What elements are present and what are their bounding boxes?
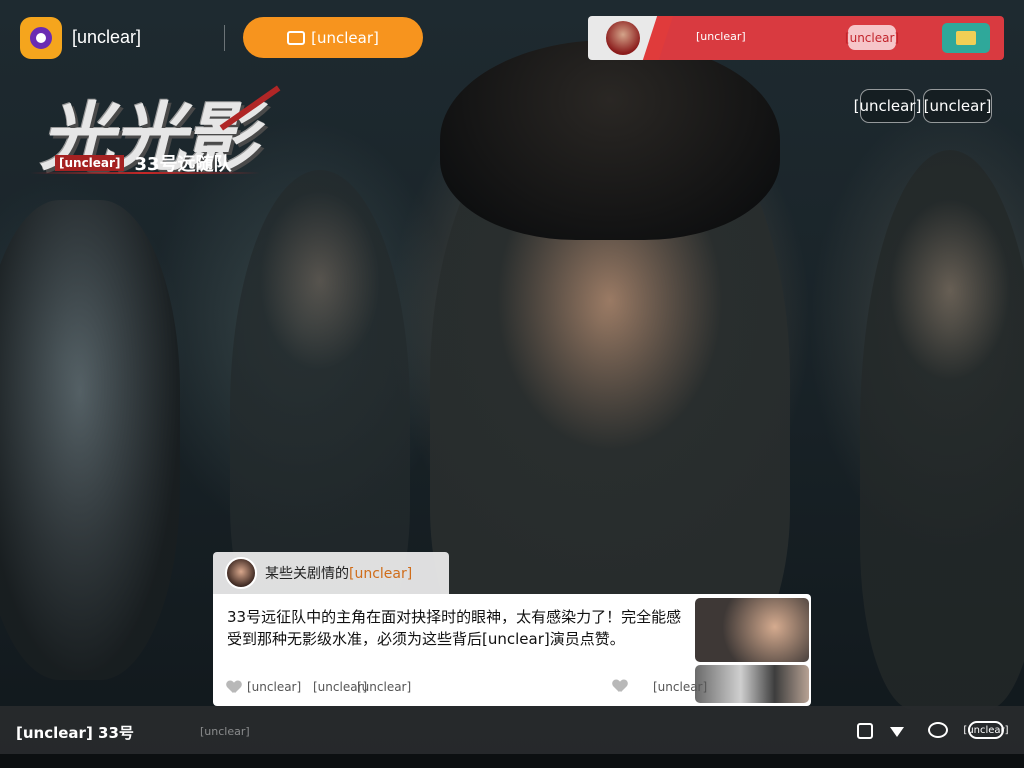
chevron-down-icon[interactable] xyxy=(890,727,904,737)
comment-thumbnail-bottom[interactable] xyxy=(695,665,809,703)
now-playing-subtext: [unclear] xyxy=(200,725,250,738)
promo-button-label: [unclear] xyxy=(311,28,379,47)
quality-button[interactable]: [unclear] xyxy=(854,89,921,123)
tv-icon xyxy=(287,30,306,45)
top-bar: [unclear] [unclear] [unclear] [unclear] xyxy=(0,0,1024,76)
promo-button[interactable]: [unclear] xyxy=(243,17,423,58)
background-soldier-right xyxy=(860,150,1024,710)
comment-text: 33号远征队中的主角在面对抉择时的眼神，太有感染力了！完全能感受到那种无影级水准… xyxy=(227,608,682,648)
like-label: [unclear] xyxy=(247,680,302,694)
app-logo-icon[interactable] xyxy=(20,17,62,59)
player-control-bar: [unclear] 33号 [unclear] [unclear] xyxy=(0,706,1024,754)
like-action[interactable]: [unclear] xyxy=(227,680,301,694)
top-right-button[interactable]: [unclear] xyxy=(923,89,992,123)
notification-banner[interactable]: [unclear] [unclear] xyxy=(588,16,1004,60)
like-action-right[interactable] xyxy=(613,680,627,693)
share-action[interactable]: [unclear] xyxy=(357,680,411,694)
comment-header[interactable]: 某些关剧情的[unclear] xyxy=(213,552,449,594)
background-armored-figure xyxy=(0,200,180,680)
commenter-avatar[interactable] xyxy=(225,557,257,589)
notification-action-icon[interactable] xyxy=(942,23,990,53)
comment-header-accent: [unclear] xyxy=(349,566,413,582)
comment-header-label: 某些关剧情的[unclear] xyxy=(265,566,413,582)
right-action[interactable]: [unclear] xyxy=(653,680,707,694)
comment-thumbnail-top[interactable] xyxy=(695,598,809,662)
danmu-toggle-icon[interactable]: [unclear] xyxy=(963,721,1009,739)
now-playing-text[interactable]: [unclear] 33号 xyxy=(16,722,134,743)
notification-body: [unclear] [unclear] xyxy=(658,16,1004,60)
fullscreen-icon[interactable] xyxy=(857,723,873,739)
notification-text: [unclear] xyxy=(696,30,746,43)
comment-actions: [unclear] [unclear] [unclear] [unclear] xyxy=(227,678,707,698)
heart-icon xyxy=(613,680,627,693)
comment-bubble-icon[interactable] xyxy=(928,722,948,738)
comment-card[interactable]: 33号远征队中的主角在面对抉择时的眼神，太有感染力了！完全能感受到那种无影级水准… xyxy=(213,594,811,706)
top-divider xyxy=(224,25,225,51)
app-name: [unclear] xyxy=(72,27,142,47)
subtitle-underline xyxy=(30,172,260,174)
heart-icon xyxy=(227,681,241,694)
bottom-strip xyxy=(0,754,1024,768)
notification-avatar xyxy=(606,21,640,55)
show-subtitle-badge: [unclear] xyxy=(55,155,125,171)
notification-pill-button[interactable]: [unclear] xyxy=(845,25,899,50)
